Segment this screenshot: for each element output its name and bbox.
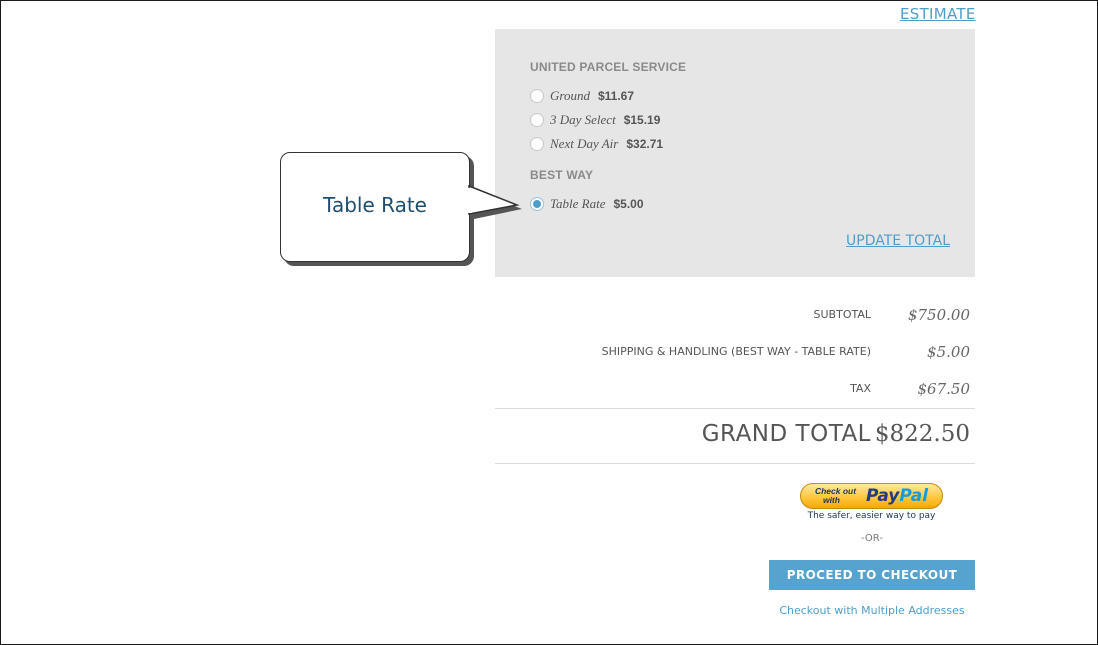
shipping-handling-value: $5.00 [927, 343, 970, 361]
radio-button[interactable] [530, 89, 544, 103]
grand-total-value: $822.50 [874, 421, 970, 447]
shipping-option-next-day-air[interactable]: Next Day Air $32.71 [530, 135, 663, 153]
paypal-logo: PayPal [866, 486, 928, 506]
paypal-tagline: The safer, easier way to pay [807, 511, 936, 521]
shipping-option-price: $15.19 [623, 113, 661, 127]
shipping-group-title: BEST WAY [530, 168, 594, 182]
shipping-handling-label: SHIPPING & HANDLING (BEST WAY - TABLE RA… [601, 345, 871, 358]
shipping-option-name: 3 Day Select [550, 112, 616, 127]
callout-text: Table Rate [323, 193, 427, 217]
radio-button[interactable] [530, 137, 544, 151]
paypal-logo-pal: Pal [899, 486, 929, 506]
paypal-with-label: with [822, 495, 840, 505]
divider [495, 408, 975, 409]
tax-label: TAX [850, 382, 871, 395]
subtotal-value: $750.00 [907, 306, 970, 324]
divider [495, 463, 975, 464]
shipping-option-name: Next Day Air [550, 136, 619, 151]
or-separator: -OR- [861, 533, 883, 544]
radio-button[interactable] [530, 113, 544, 127]
radio-button-selected[interactable] [530, 197, 544, 211]
callout-pointer [467, 184, 522, 219]
update-total-link[interactable]: UPDATE TOTAL [846, 233, 950, 249]
shipping-option-price: $11.67 [597, 89, 635, 103]
shipping-option-3-day-select[interactable]: 3 Day Select $15.19 [530, 111, 660, 129]
shipping-option-ground[interactable]: Ground $11.67 [530, 87, 634, 105]
tax-value: $67.50 [917, 380, 971, 398]
callout-box: Table Rate [280, 152, 470, 262]
paypal-checkout-text: Check out with [815, 487, 863, 505]
checkout-multiple-addresses-link[interactable]: Checkout with Multiple Addresses [769, 604, 975, 617]
paypal-logo-pay: Pay [865, 486, 900, 506]
subtotal-label: SUBTOTAL [813, 308, 871, 321]
paypal-checkout-button[interactable]: Check out with PayPal [800, 483, 943, 509]
proceed-to-checkout-button[interactable]: PROCEED TO CHECKOUT [769, 560, 975, 590]
shipping-option-price: $32.71 [626, 137, 664, 151]
grand-total-label: GRAND TOTAL [701, 421, 871, 447]
shipping-option-name: Ground [550, 88, 590, 103]
shipping-methods-panel: UNITED PARCEL SERVICE Ground $11.67 3 Da… [495, 29, 975, 277]
shipping-option-name: Table Rate [550, 196, 606, 211]
shipping-option-price: $5.00 [613, 197, 644, 211]
shipping-option-table-rate[interactable]: Table Rate $5.00 [530, 195, 644, 213]
shipping-group-title: UNITED PARCEL SERVICE [530, 60, 687, 74]
estimate-link[interactable]: ESTIMATE [900, 5, 976, 23]
